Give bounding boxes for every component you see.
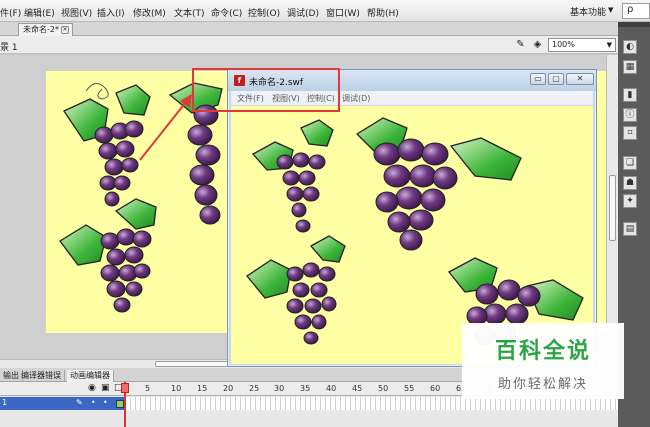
ruler-label: 55	[404, 384, 415, 393]
components-icon[interactable]: ❏	[623, 156, 637, 170]
edit-bar: 景 1 ✎ ◈ 100% ▼	[0, 36, 618, 54]
swf-menu-debug[interactable]: 调试(D)	[342, 93, 370, 104]
minimize-button[interactable]: ▭	[530, 73, 546, 85]
layer-row[interactable]: 1 ✎ • •	[0, 397, 126, 410]
zoom-select[interactable]: 100% ▼	[548, 38, 616, 52]
menu-modify[interactable]: 修改(M)	[133, 6, 166, 19]
scroll-thumb[interactable]	[609, 175, 616, 241]
ruler-label: 60	[430, 384, 441, 393]
grape-cluster-2	[355, 117, 522, 251]
chevron-down-icon: ▼	[606, 41, 612, 49]
vertical-scrollbar[interactable]	[606, 55, 618, 359]
maximize-button[interactable]: ▢	[548, 73, 564, 85]
playhead-handle[interactable]	[121, 383, 129, 393]
ruler-label: 25	[249, 384, 260, 393]
menu-window[interactable]: 窗口(W)	[326, 6, 360, 19]
tab-document-label: 未命名-2*	[23, 25, 59, 34]
align-icon[interactable]: ▮	[623, 88, 637, 102]
highlight-box	[192, 68, 340, 112]
menu-debug[interactable]: 调试(D)	[287, 6, 319, 19]
chevron-down-icon: ▼	[608, 6, 614, 14]
menu-insert[interactable]: 插入(I)	[97, 6, 125, 19]
menu-file[interactable]: 件(F)	[0, 6, 21, 19]
watermark: 百科全说 助你轻松解决	[462, 323, 624, 399]
layer-name: 1	[2, 398, 8, 407]
workspace-switcher[interactable]: 基本功能 ▼	[570, 5, 613, 18]
ruler-label: 15	[197, 384, 208, 393]
menu-edit[interactable]: 编辑(E)	[24, 6, 55, 19]
tab-compiler-errors[interactable]: 编译器错误	[18, 370, 65, 382]
menu-text[interactable]: 文本(T)	[174, 6, 205, 19]
menu-help[interactable]: 帮助(H)	[367, 6, 399, 19]
lock-icon[interactable]: ▣	[101, 383, 110, 393]
ruler-label: 45	[352, 384, 363, 393]
color-icon[interactable]: ◐	[623, 40, 637, 54]
ruler-label: 30	[274, 384, 285, 393]
scene-label: 景 1	[0, 43, 18, 53]
close-icon[interactable]: ×	[61, 26, 69, 34]
eye-icon[interactable]: ◉	[88, 383, 96, 393]
tab-motion-editor[interactable]: 动画编辑器	[67, 370, 114, 382]
library-icon[interactable]: ☗	[623, 176, 637, 190]
menu-view[interactable]: 视图(V)	[61, 6, 92, 19]
watermark-title: 百科全说	[494, 339, 591, 364]
search-icon: ρ	[627, 4, 634, 15]
document-tab-bar: 未命名-2* ×	[0, 22, 618, 36]
transform-icon[interactable]: ⌗	[623, 126, 637, 140]
keyframe[interactable]	[116, 400, 124, 408]
swatches-icon[interactable]: ▦	[623, 60, 637, 74]
panel-grip	[618, 22, 650, 27]
grape-cluster-b	[59, 198, 157, 313]
pencil-icon: ✎	[76, 398, 83, 407]
code-snippets-icon[interactable]: ▤	[623, 222, 637, 236]
visible-dot-icon[interactable]: •	[91, 398, 96, 407]
grape-cluster-3	[246, 235, 346, 345]
close-button[interactable]: ✕	[566, 73, 594, 85]
ruler-label: 10	[171, 384, 182, 393]
menu-bar: 件(F) 编辑(E) 视图(V) 插入(I) 修改(M) 文本(T) 命令(C)…	[0, 0, 650, 22]
edit-symbol-icon[interactable]: ◈	[531, 39, 544, 51]
ruler-label: 5	[145, 384, 151, 393]
zoom-value: 100%	[552, 40, 575, 49]
lock-dot-icon[interactable]: •	[103, 398, 108, 407]
menu-control[interactable]: 控制(O)	[248, 6, 280, 19]
ruler-label: 20	[223, 384, 234, 393]
edit-scene-icon[interactable]: ✎	[514, 39, 527, 51]
info-icon[interactable]: ⓘ	[623, 108, 637, 122]
tab-document[interactable]: 未命名-2* ×	[18, 23, 73, 36]
ruler-label: 50	[378, 384, 389, 393]
watermark-subtitle: 助你轻松解决	[497, 377, 588, 392]
menu-command[interactable]: 命令(C)	[211, 6, 242, 19]
grape-cluster-1	[251, 119, 334, 233]
workspace-label: 基本功能	[570, 8, 607, 18]
search-input[interactable]: ρ	[622, 3, 650, 19]
ruler-label: 40	[326, 384, 337, 393]
grape-cluster-a	[63, 83, 151, 207]
motion-presets-icon[interactable]: ✦	[623, 194, 637, 208]
ruler-label: 35	[300, 384, 311, 393]
